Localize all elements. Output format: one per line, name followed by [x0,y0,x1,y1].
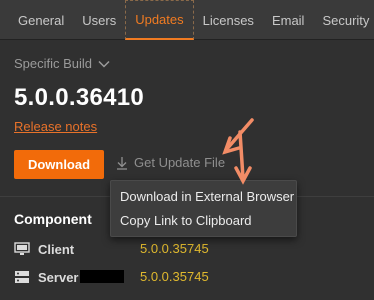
component-name: Client [38,241,75,257]
component-version: 5.0.0.35745 [140,269,209,284]
tab-security[interactable]: Security [313,0,374,40]
component-row-server: Server [14,268,78,286]
menu-item-copy-link[interactable]: Copy Link to Clipboard [111,209,296,233]
chevron-down-icon [98,60,110,68]
build-select-label: Specific Build [14,56,93,71]
version-number: 5.0.0.36410 [14,84,145,111]
download-button[interactable]: Download [14,150,104,179]
get-update-file-label: Get Update File [134,155,226,170]
component-version: 5.0.0.35745 [140,241,209,256]
menu-item-download-external[interactable]: Download in External Browser [111,185,296,209]
component-row-client: Client [14,240,74,258]
context-menu: Download in External Browser Copy Link t… [110,180,297,237]
release-notes-link[interactable]: Release notes [14,119,97,134]
server-icon [14,268,32,286]
tab-bar: General Users Updates Licenses Email Sec… [0,0,374,40]
download-icon [117,156,127,170]
tab-users[interactable]: Users [73,0,125,40]
redacted-block [80,270,124,283]
tab-updates[interactable]: Updates [125,0,194,40]
tab-email[interactable]: Email [263,0,314,40]
tab-general[interactable]: General [0,0,73,40]
tab-licenses[interactable]: Licenses [194,0,263,40]
annotation-arrow [222,118,254,155]
build-select[interactable]: Specific Build [14,56,110,71]
component-column-header: Component [14,211,92,227]
component-name: Server [38,269,79,285]
get-update-file-button[interactable]: Get Update File [116,155,225,170]
annotation-arrow [234,130,252,185]
monitor-icon [14,240,32,258]
